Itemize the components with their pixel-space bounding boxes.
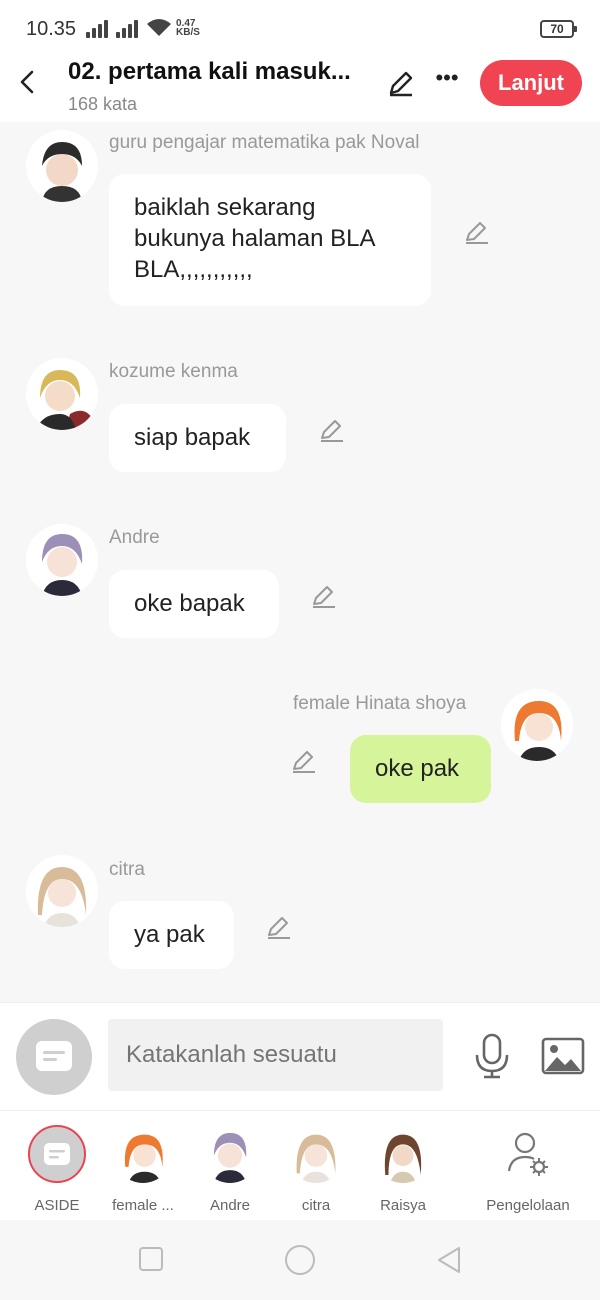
character-label: Andre	[209, 1197, 251, 1214]
orange-haired-girl-avatar	[114, 1125, 172, 1183]
more-icon[interactable]: •••	[432, 67, 462, 98]
brown-haired-girl-avatar	[374, 1125, 432, 1183]
wifi-icon	[147, 19, 171, 36]
character-raisya[interactable]: Raisya	[363, 1125, 443, 1214]
character-aside[interactable]: ASIDE	[17, 1125, 97, 1214]
image-icon[interactable]	[541, 1037, 585, 1077]
aside-avatar	[28, 1125, 86, 1183]
sender-name: Andre	[109, 527, 160, 548]
character-label: female ...	[112, 1197, 174, 1214]
word-count: 168 kata	[68, 94, 138, 114]
sender-name: female Hinata shoya	[293, 693, 467, 714]
blonde-boy-avatar[interactable]	[26, 358, 98, 430]
message-bubble[interactable]: oke bapak	[109, 570, 279, 638]
message-input[interactable]	[108, 1019, 443, 1091]
character-citra[interactable]: citra	[276, 1125, 356, 1214]
message-bubble[interactable]: oke pak	[350, 735, 491, 803]
light-haired-girl-avatar[interactable]	[26, 855, 98, 927]
sender-name: citra	[109, 859, 145, 880]
character-selector: ASIDE female ... Andre citra Raisya Peng…	[0, 1110, 600, 1220]
user-settings-icon	[499, 1125, 557, 1183]
edit-message-icon[interactable]	[318, 416, 346, 444]
edit-message-icon[interactable]	[290, 747, 318, 775]
chat-header: 02. pertama kali masuk... 168 kata ••• L…	[0, 58, 600, 122]
dark-haired-boy-avatar[interactable]	[26, 130, 98, 202]
recent-apps-icon[interactable]	[138, 1246, 164, 1272]
aside-toggle-button[interactable]	[16, 1019, 92, 1095]
back-icon[interactable]	[14, 68, 42, 96]
sender-name: guru pengajar matematika pak Noval	[109, 132, 420, 153]
message-composer	[0, 1002, 600, 1110]
chat-area[interactable]: guru pengajar matematika pak Noval baikl…	[0, 122, 600, 1002]
network-speed: 0.47 KB/S	[176, 18, 200, 38]
lavender-haired-boy-avatar	[201, 1125, 259, 1183]
edit-message-icon[interactable]	[265, 913, 293, 941]
message-bubble[interactable]: siap bapak	[109, 404, 286, 472]
character-female-hinata[interactable]: female ...	[103, 1125, 183, 1214]
system-nav-bar	[0, 1220, 600, 1300]
orange-haired-girl-avatar[interactable]	[501, 689, 573, 761]
character-label: Pengelolaan	[486, 1197, 570, 1214]
status-time: 10.35	[26, 18, 77, 40]
signal-icon	[86, 20, 112, 38]
message-bubble[interactable]: baiklah sekarang bukunya halaman BLA BLA…	[109, 174, 431, 306]
edit-message-icon[interactable]	[310, 582, 338, 610]
microphone-icon[interactable]	[474, 1033, 510, 1079]
message-icon	[44, 1143, 70, 1165]
light-haired-girl-avatar	[287, 1125, 345, 1183]
home-icon[interactable]	[284, 1244, 316, 1276]
next-button[interactable]: Lanjut	[480, 60, 582, 106]
character-label: Raisya	[380, 1197, 426, 1214]
character-label: ASIDE	[34, 1197, 80, 1214]
signal-icon	[116, 20, 142, 38]
character-management[interactable]: Pengelolaan	[480, 1125, 576, 1214]
edit-title-icon[interactable]	[386, 68, 416, 98]
character-andre[interactable]: Andre	[190, 1125, 270, 1214]
battery-icon: 70	[540, 20, 577, 38]
message-bubble[interactable]: ya pak	[109, 901, 234, 969]
edit-message-icon[interactable]	[463, 218, 491, 246]
message-icon	[36, 1041, 72, 1071]
sender-name: kozume kenma	[109, 361, 238, 382]
status-bar: 10.35 0.47 KB/S 70	[0, 0, 600, 58]
lavender-haired-boy-avatar[interactable]	[26, 524, 98, 596]
character-label: citra	[301, 1197, 331, 1214]
page-title: 02. pertama kali masuk...	[68, 58, 351, 85]
back-nav-icon[interactable]	[436, 1246, 462, 1274]
